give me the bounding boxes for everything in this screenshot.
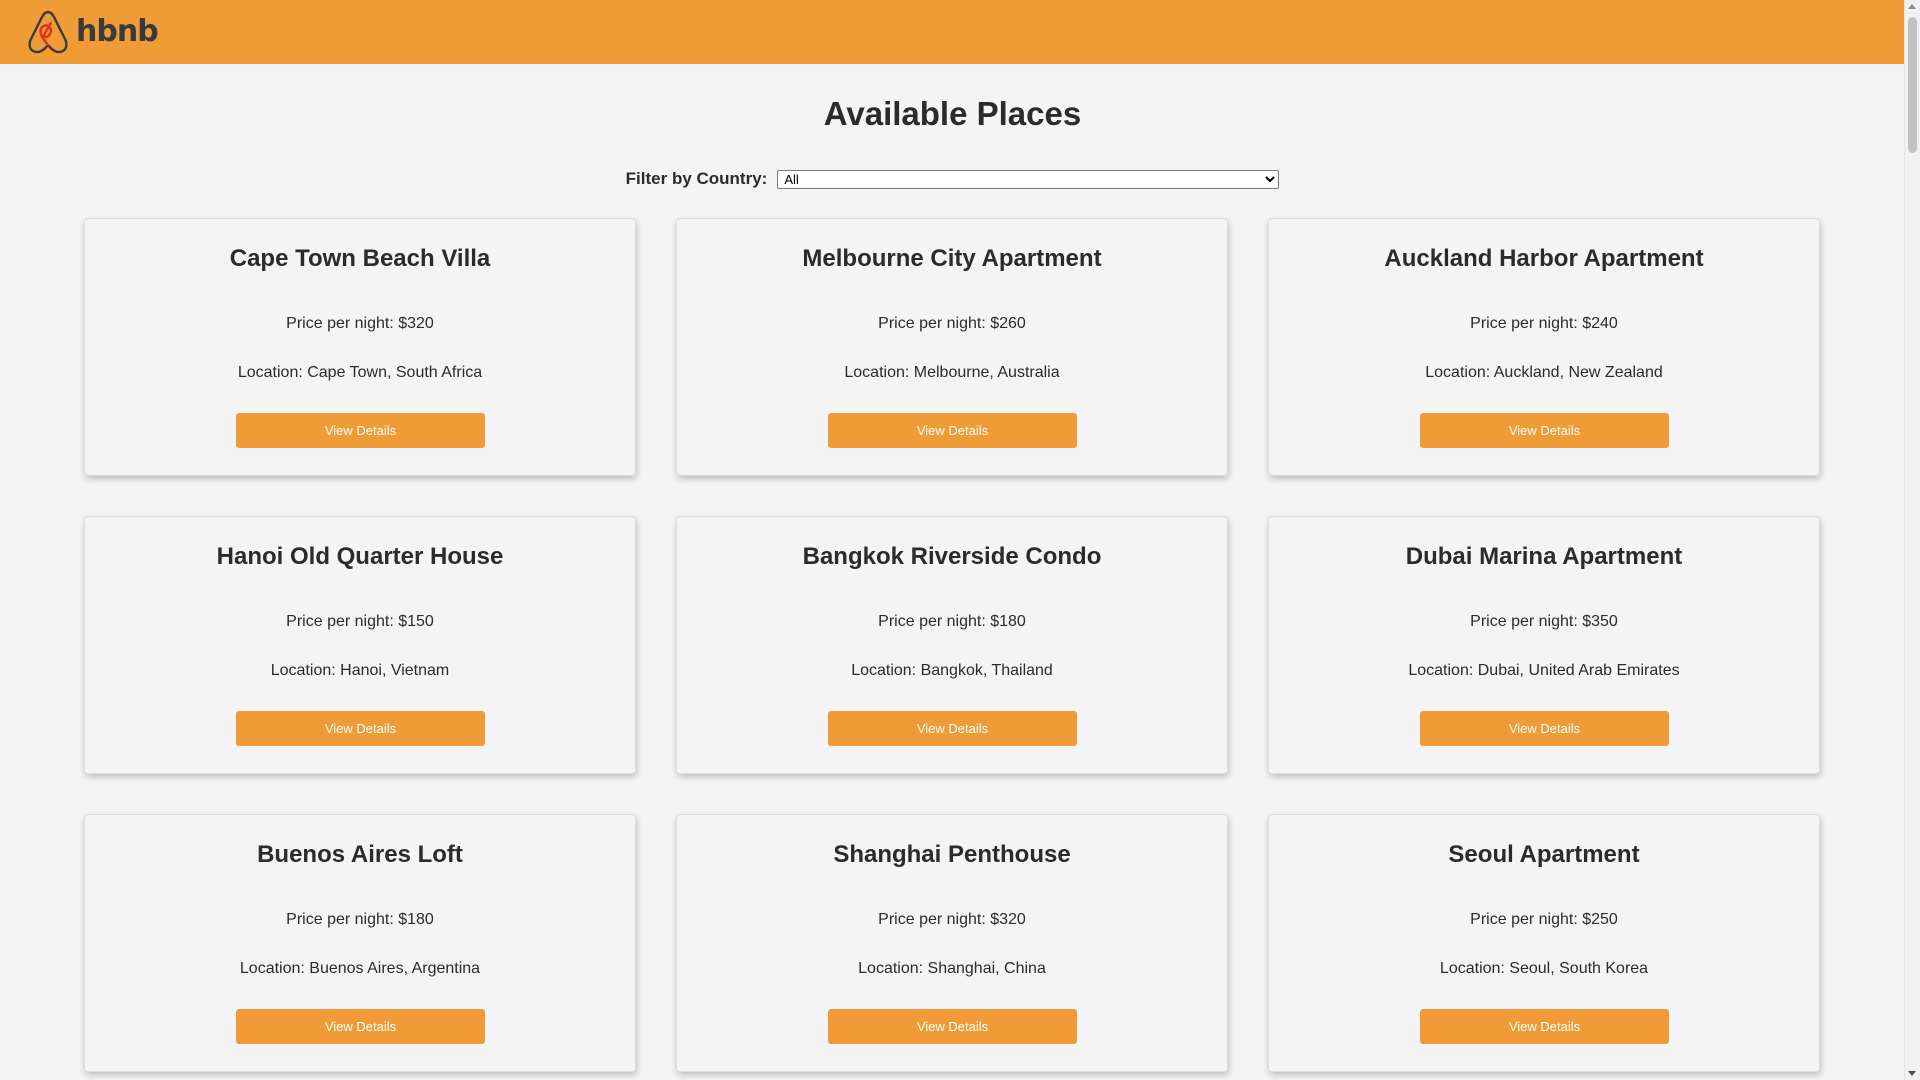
scroll-up-arrow-icon[interactable]: [1908, 4, 1916, 9]
view-details-button[interactable]: View Details: [1420, 1009, 1669, 1044]
view-details-button[interactable]: View Details: [828, 413, 1077, 448]
place-price: Price per night: $180: [286, 911, 434, 928]
place-name: Hanoi Old Quarter House: [216, 543, 504, 570]
app-viewport: hbnb Available Places Filter by Country:…: [0, 0, 1920, 1080]
airbnb-belo-icon: [28, 10, 68, 54]
place-name: Shanghai Penthouse: [833, 841, 1071, 868]
place-location: Location: Auckland, New Zealand: [1425, 364, 1663, 381]
view-details-button[interactable]: View Details: [1420, 711, 1669, 746]
place-location: Location: Dubai, United Arab Emirates: [1408, 662, 1680, 679]
place-location: Location: Bangkok, Thailand: [851, 662, 1053, 679]
place-price: Price per night: $180: [878, 613, 1026, 630]
place-card: Buenos Aires Loft Price per night: $180 …: [84, 814, 636, 1072]
place-price: Price per night: $320: [286, 315, 434, 332]
place-location: Location: Seoul, South Korea: [1439, 960, 1649, 977]
place-location: Location: Melbourne, Australia: [844, 364, 1060, 381]
place-card: Cape Town Beach Villa Price per night: $…: [84, 218, 636, 476]
view-details-button[interactable]: View Details: [236, 1009, 485, 1044]
place-card: Hanoi Old Quarter House Price per night:…: [84, 516, 636, 774]
place-card: Shanghai Penthouse Price per night: $320…: [676, 814, 1228, 1072]
top-header: hbnb: [0, 0, 1905, 64]
place-location: Location: Cape Town, South Africa: [237, 364, 483, 381]
place-price: Price per night: $240: [1470, 315, 1618, 332]
main-content: Available Places Filter by Country: All …: [0, 64, 1905, 1080]
logo-link[interactable]: hbnb: [26, 8, 159, 56]
place-name: Melbourne City Apartment: [802, 245, 1102, 272]
place-card: Seoul Apartment Price per night: $250 Lo…: [1268, 814, 1820, 1072]
country-filter: Filter by Country: All: [0, 169, 1905, 189]
place-price: Price per night: $260: [878, 315, 1026, 332]
place-name: Auckland Harbor Apartment: [1384, 245, 1704, 272]
view-details-button[interactable]: View Details: [1420, 413, 1669, 448]
place-card: Melbourne City Apartment Price per night…: [676, 218, 1228, 476]
place-name: Dubai Marina Apartment: [1405, 543, 1683, 570]
brand-name: hbnb: [76, 14, 159, 49]
place-name: Bangkok Riverside Condo: [802, 543, 1102, 570]
place-name: Cape Town Beach Villa: [229, 245, 491, 272]
place-location: Location: Shanghai, China: [858, 960, 1046, 977]
vertical-scrollbar[interactable]: [1904, 0, 1920, 1080]
place-price: Price per night: $250: [1470, 911, 1618, 928]
place-price: Price per night: $150: [286, 613, 434, 630]
place-location: Location: Buenos Aires, Argentina: [239, 960, 481, 977]
scroll-down-arrow-icon[interactable]: [1908, 1071, 1916, 1076]
view-details-button[interactable]: View Details: [828, 1009, 1077, 1044]
view-details-button[interactable]: View Details: [236, 413, 485, 448]
place-name: Buenos Aires Loft: [257, 841, 463, 868]
place-location: Location: Hanoi, Vietnam: [270, 662, 450, 679]
filter-label: Filter by Country:: [625, 169, 768, 188]
view-details-button[interactable]: View Details: [828, 711, 1077, 746]
view-details-button[interactable]: View Details: [236, 711, 485, 746]
place-price: Price per night: $320: [878, 911, 1026, 928]
page-title: Available Places: [823, 95, 1082, 132]
place-price: Price per night: $350: [1470, 613, 1618, 630]
place-card: Dubai Marina Apartment Price per night: …: [1268, 516, 1820, 774]
places-grid: Cape Town Beach Villa Price per night: $…: [84, 218, 1824, 1072]
place-card: Bangkok Riverside Condo Price per night:…: [676, 516, 1228, 774]
scrollbar-thumb[interactable]: [1908, 17, 1917, 153]
place-name: Seoul Apartment: [1448, 841, 1640, 868]
country-filter-select[interactable]: All: [777, 169, 1280, 189]
place-card: Auckland Harbor Apartment Price per nigh…: [1268, 218, 1820, 476]
